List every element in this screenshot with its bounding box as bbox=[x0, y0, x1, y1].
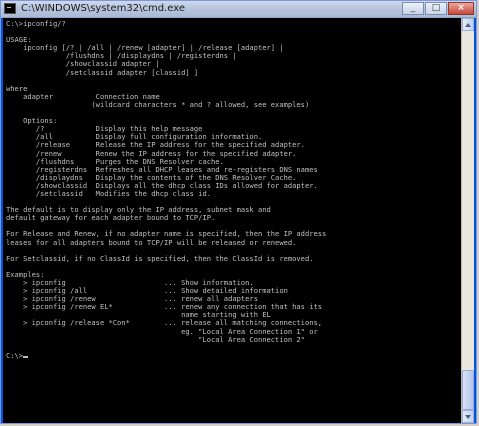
minimize-icon: _ bbox=[410, 3, 416, 13]
arrow-down-icon bbox=[465, 415, 471, 419]
maximize-icon: □ bbox=[431, 3, 441, 13]
console-line: (wildcard characters * and ? allowed, se… bbox=[6, 99, 310, 109]
console-line: leases for all adapters bound to TCP/IP … bbox=[6, 237, 297, 247]
scroll-down-button[interactable] bbox=[462, 410, 474, 423]
minimize-button[interactable]: _ bbox=[402, 2, 424, 15]
close-button[interactable]: × bbox=[448, 2, 474, 15]
console-line: /setclassid adapter [classid] ] bbox=[6, 67, 199, 77]
arrow-up-icon bbox=[465, 23, 471, 27]
console-line: /setclassid Modifies the dhcp class id. bbox=[6, 188, 211, 198]
console-line: C:\>ipconfig/? bbox=[6, 19, 66, 28]
console-line: For Setclassid, if no ClassId is specifi… bbox=[6, 253, 314, 263]
console-line: C:\> bbox=[6, 351, 462, 360]
scroll-up-button[interactable] bbox=[462, 18, 474, 31]
cmd-app-icon bbox=[4, 3, 16, 14]
cmd-window: C:\WINDOWS\system32\cmd.exe _ □ × C:\>ip… bbox=[0, 0, 477, 424]
window-title: C:\WINDOWS\system32\cmd.exe bbox=[21, 3, 185, 14]
scroll-thumb[interactable] bbox=[462, 370, 474, 410]
console-text: C:\>ipconfig/? USAGE: ipconfig [/? | /all… bbox=[3, 18, 462, 360]
console-line: default gateway for each adapter bound t… bbox=[6, 213, 216, 223]
console-line: "Local Area Connection 2" bbox=[6, 334, 305, 344]
text-cursor bbox=[23, 355, 29, 358]
console-output[interactable]: C:\>ipconfig/? USAGE: ipconfig [/? | /all… bbox=[3, 18, 462, 423]
vertical-scrollbar[interactable] bbox=[461, 18, 474, 423]
title-bar[interactable]: C:\WINDOWS\system32\cmd.exe _ □ × bbox=[1, 1, 476, 18]
maximize-button[interactable]: □ bbox=[425, 2, 447, 15]
close-icon: × bbox=[457, 3, 465, 13]
window-controls: _ □ × bbox=[402, 2, 474, 16]
